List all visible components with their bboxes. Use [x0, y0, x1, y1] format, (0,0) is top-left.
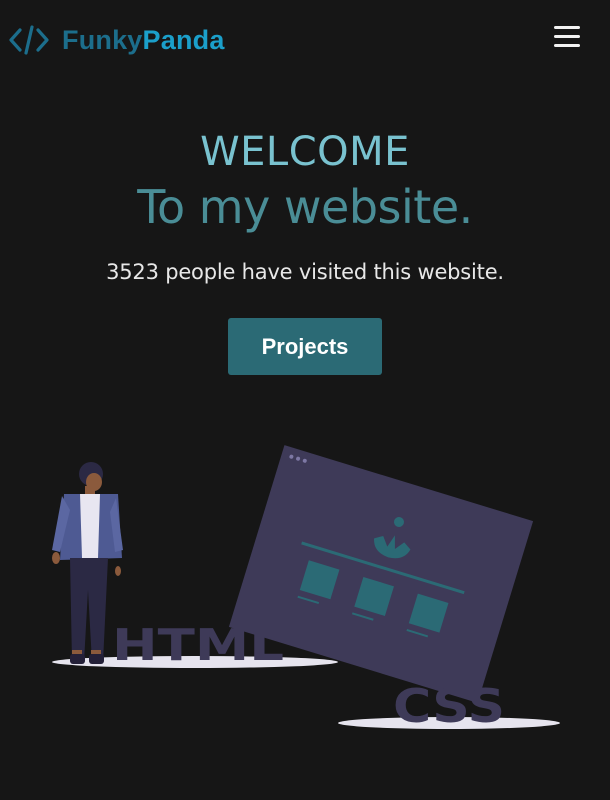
- web-development-illustration: HTML CSS: [52, 445, 560, 733]
- brand-link[interactable]: FunkyPanda: [8, 22, 225, 58]
- css-label: CSS: [393, 679, 505, 733]
- menu-bar: [554, 26, 580, 29]
- code-icon: [9, 25, 49, 55]
- projects-button[interactable]: Projects: [228, 318, 382, 375]
- hero: WELCOME To my website. 3523 people have …: [0, 128, 610, 375]
- brand-name: FunkyPanda: [62, 22, 225, 58]
- brand-name-part1: Funky: [62, 25, 143, 55]
- visitor-count-text: 3523 people have visited this website.: [106, 260, 504, 284]
- hero-subtitle: To my website.: [137, 180, 473, 234]
- html-label: HTML: [112, 620, 284, 671]
- menu-bar: [554, 35, 580, 38]
- menu-bar: [554, 44, 580, 47]
- page: FunkyPanda WELCOME To my website. 3523 p…: [0, 0, 610, 800]
- navbar: FunkyPanda: [0, 0, 610, 80]
- hamburger-menu-icon[interactable]: [554, 26, 582, 48]
- welcome-heading: WELCOME: [200, 129, 410, 175]
- brand-name-part2: Panda: [142, 25, 225, 55]
